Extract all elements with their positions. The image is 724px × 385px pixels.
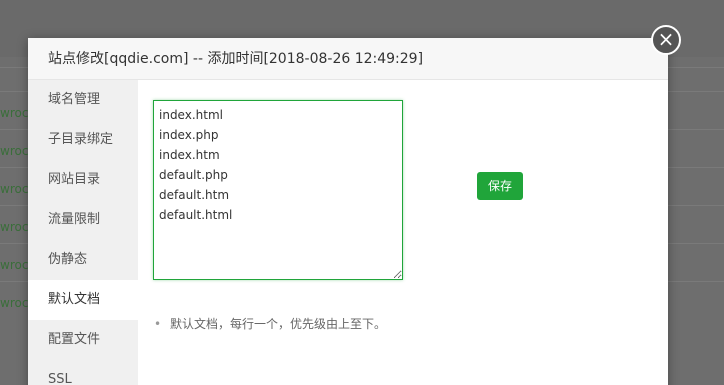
background-row-text: wroc [0, 296, 29, 310]
sidebar-item-ssl[interactable]: SSL [28, 360, 138, 385]
sidebar-item-domain-management[interactable]: 域名管理 [28, 80, 138, 120]
background-row-text: wroc [0, 106, 29, 120]
sidebar-item-site-directory[interactable]: 网站目录 [28, 160, 138, 200]
background-row-text: wroc [0, 182, 29, 196]
site-settings-modal: 站点修改[qqdie.com] -- 添加时间[2018-08-26 12:49… [28, 38, 668, 385]
sidebar-item-subdirectory-binding[interactable]: 子目录绑定 [28, 120, 138, 160]
sidebar-item-config-file[interactable]: 配置文件 [28, 320, 138, 360]
background-row-text: wroc [0, 144, 29, 158]
sidebar-item-pseudo-static[interactable]: 伪静态 [28, 240, 138, 280]
default-documents-textarea[interactable] [153, 100, 403, 280]
close-icon[interactable]: × [651, 25, 681, 55]
default-document-panel: 保存 默认文档，每行一个，优先级由上至下。 [138, 80, 668, 385]
sidebar-item-traffic-limit[interactable]: 流量限制 [28, 200, 138, 240]
background-row-text: wroc [0, 258, 29, 272]
settings-sidebar: 域名管理 子目录绑定 网站目录 流量限制 伪静态 默认文档 配置文件 SSL [28, 80, 138, 385]
help-list: 默认文档，每行一个，优先级由上至下。 [154, 314, 386, 334]
sidebar-item-default-document[interactable]: 默认文档 [28, 280, 138, 320]
background-row-text: wroc [0, 220, 29, 234]
save-button[interactable]: 保存 [477, 172, 523, 200]
modal-title: 站点修改[qqdie.com] -- 添加时间[2018-08-26 12:49… [28, 38, 668, 80]
help-item: 默认文档，每行一个，优先级由上至下。 [154, 314, 386, 334]
